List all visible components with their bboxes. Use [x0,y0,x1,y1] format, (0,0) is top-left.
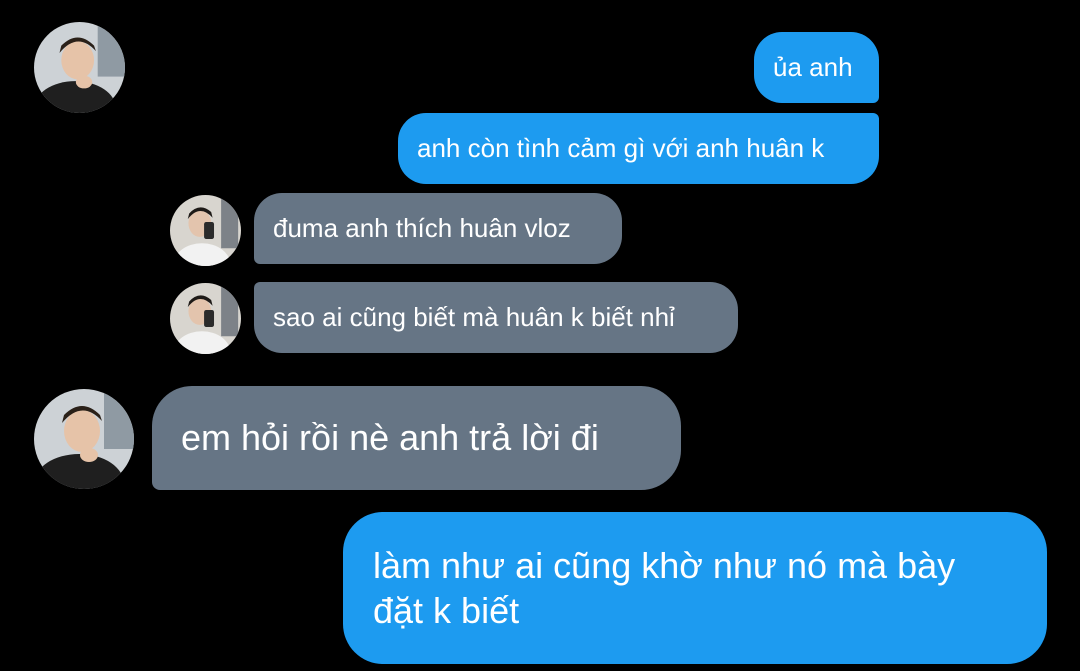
avatar-photo-a-2-icon [34,389,134,489]
message-text: em hỏi rồi nè anh trả lời đi [181,417,599,458]
message-bubble-sent[interactable]: làm như ai cũng khờ như nó mà bày đặt k … [343,512,1047,664]
avatar-friend-2[interactable] [170,283,241,354]
message-text: anh còn tình cảm gì với anh huân k [417,133,825,163]
message-text: sao ai cũng biết mà huân k biết nhỉ [273,302,675,332]
message-text: ủa anh [773,52,853,82]
message-text: đuma anh thích huân vloz [273,213,571,243]
message-bubble-received[interactable]: sao ai cũng biết mà huân k biết nhỉ [254,282,738,353]
avatar-friend[interactable] [170,195,241,266]
message-bubble-sent[interactable]: ủa anh [754,32,879,103]
message-bubble-sent[interactable]: anh còn tình cảm gì với anh huân k [398,113,879,184]
avatar-photo-a-icon [34,22,125,113]
avatar-photo-friend-2-icon [170,283,241,354]
message-bubble-received[interactable]: em hỏi rồi nè anh trả lời đi [152,386,681,490]
message-text: làm như ai cũng khờ như nó mà bày đặt k … [373,545,956,631]
message-bubble-received[interactable]: đuma anh thích huân vloz [254,193,622,264]
avatar-contact-a[interactable] [34,22,125,113]
avatar-contact-a-2[interactable] [34,389,134,489]
avatar-photo-friend-icon [170,195,241,266]
